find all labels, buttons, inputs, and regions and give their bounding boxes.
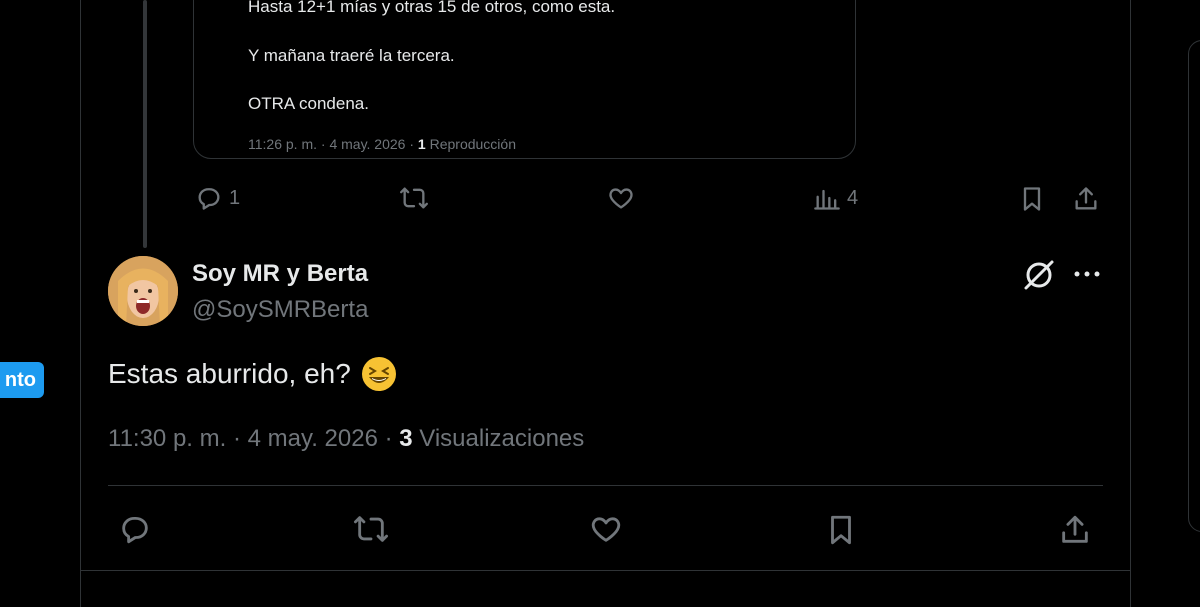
like-button[interactable]: [606, 184, 636, 212]
share-icon: [1075, 187, 1097, 210]
user-handle[interactable]: @SoySMRBerta: [192, 296, 368, 324]
reply-count: 1: [229, 186, 241, 209]
reply-icon: [122, 516, 148, 544]
grok-icon[interactable]: [1022, 258, 1056, 297]
more-options-icon[interactable]: [1072, 262, 1102, 291]
retweet-button[interactable]: [398, 184, 430, 212]
sidebar-post-button[interactable]: nto: [0, 362, 44, 398]
display-name[interactable]: Soy MR y Berta: [192, 260, 368, 288]
quoted-post-line-1: Hasta 12+1 mías y otras 15 de otros, com…: [248, 0, 616, 16]
quoted-post-meta: 11:26 p. m. · 4 may. 2026 · 1 Reproducci…: [248, 136, 516, 152]
retweet-icon: [399, 187, 428, 209]
avatar[interactable]: [108, 256, 178, 326]
quoted-post-line-2: Y mañana traeré la tercera.: [248, 46, 455, 65]
tweet-text-body: Estas aburrido, eh?: [108, 358, 351, 389]
column-border-left: [80, 0, 81, 607]
tweet-like-button[interactable]: [588, 512, 624, 546]
tweet-meta: 11:30 p. m. · 4 may. 2026 · 3 Visualizac…: [108, 425, 584, 453]
grinning-squinting-emoji-icon: [361, 357, 396, 391]
tweet-reply-button[interactable]: [118, 512, 152, 546]
share-button[interactable]: [1072, 184, 1100, 214]
column-border-right: [1130, 0, 1131, 607]
bookmark-icon: [1023, 187, 1041, 211]
reply-icon: [198, 188, 220, 210]
tweet-time[interactable]: 11:30 p. m. · 4 may. 2026 ·: [108, 425, 399, 452]
like-icon: [609, 188, 633, 209]
tweet-share-button[interactable]: [1058, 512, 1092, 548]
views-count: 4: [847, 186, 859, 209]
thread-connector-line: [143, 0, 147, 248]
like-icon: [591, 517, 621, 542]
quoted-post-plays-label: Reproducción: [425, 136, 516, 152]
share-icon: [1062, 515, 1088, 543]
quoted-post-line-3: OTRA condena.: [248, 94, 369, 113]
tweet-bookmark-button[interactable]: [824, 512, 858, 548]
tweet-text: Estas aburrido, eh?: [108, 356, 397, 392]
avatar-image: [108, 256, 178, 326]
bookmark-icon: [831, 515, 851, 545]
tweet-retweet-button[interactable]: [352, 512, 390, 546]
tweet-views-label: Visualizaciones: [412, 425, 585, 452]
retweet-icon: [353, 516, 388, 542]
views-button[interactable]: 4: [813, 184, 858, 212]
quoted-post-plays-count: 1: [417, 136, 426, 152]
tweet-divider: [108, 485, 1103, 486]
reply-button[interactable]: 1: [195, 184, 240, 212]
tweet-views-count: 3: [399, 425, 413, 452]
views-icon: [814, 189, 840, 210]
bookmark-button[interactable]: [1018, 184, 1046, 214]
quoted-post-time: 11:26 p. m. · 4 may. 2026 ·: [248, 136, 418, 152]
row-divider-bottom: [80, 570, 1130, 571]
right-panel-edge: [1188, 40, 1200, 532]
